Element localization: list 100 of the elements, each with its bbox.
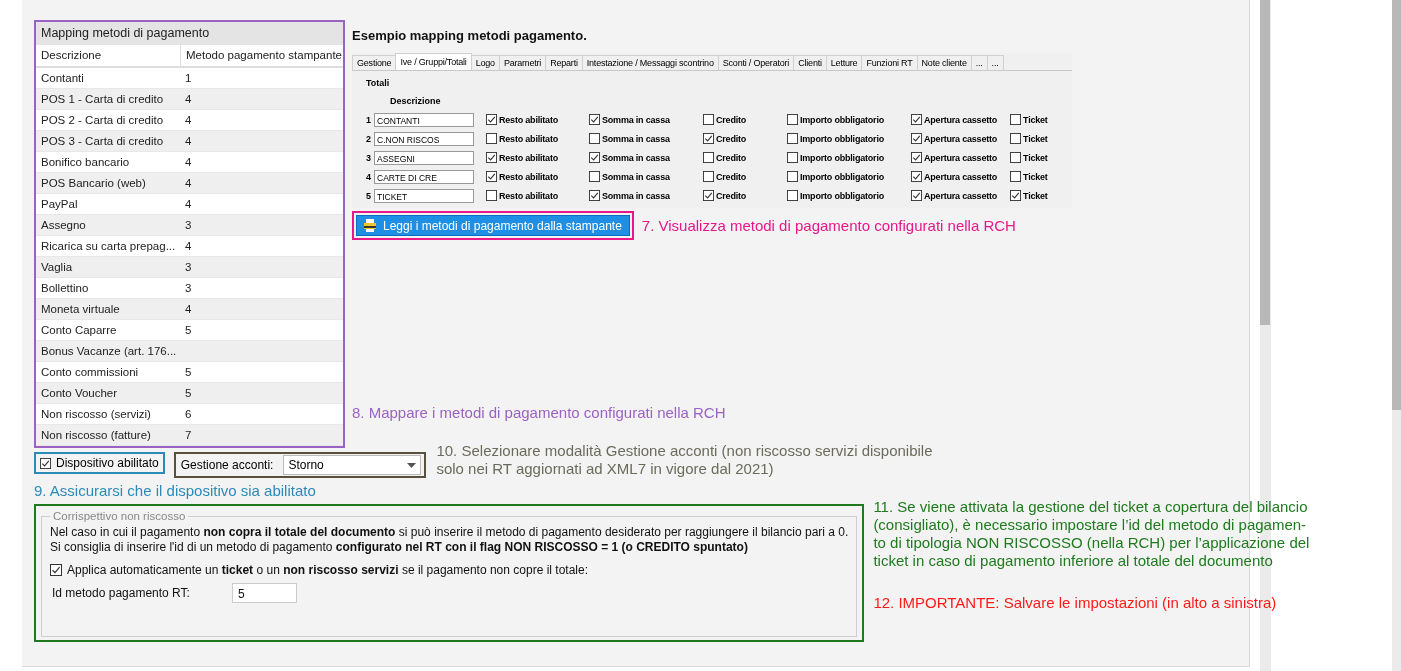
checkbox[interactable] — [486, 152, 497, 163]
checkbox-label: Importo obbligatorio — [800, 152, 884, 163]
checkbox[interactable] — [787, 190, 798, 201]
checkbox[interactable] — [787, 152, 798, 163]
tab[interactable]: Sconti / Operatori — [717, 55, 795, 70]
checkbox[interactable] — [787, 171, 798, 182]
annotation-text: 11. Se viene attivata la gestione del ticket a copertura del bilancio (consigliato), è necessario impostare l’id del metodo di pagamen- to di tipologia NON RISCOSSO (nella RCH) per l’applicazione del ticket in caso di pagamento inferiore al totale del documento — [873, 498, 1310, 570]
checkbox[interactable] — [1010, 133, 1021, 144]
scrollbar-thumb[interactable] — [1392, 0, 1401, 410]
table-cell-text: 4 — [184, 176, 193, 191]
text-field[interactable]: ASSEGNI — [374, 150, 474, 165]
checkbox[interactable] — [50, 564, 62, 576]
checkbox[interactable] — [486, 171, 497, 182]
checkbox-label: Resto abilitato — [499, 171, 558, 182]
checkbox-label: Importo obbligatorio — [800, 171, 884, 182]
checkbox[interactable] — [40, 457, 51, 469]
group-legend: Corrispettivo non riscosso — [50, 510, 189, 522]
text-field[interactable]: CARTE DI CRE — [374, 169, 474, 184]
checkbox-label: Somma in cassa — [602, 133, 670, 144]
tab[interactable]: Logo — [470, 55, 500, 70]
scrollbar-thumb[interactable] — [1260, 0, 1270, 325]
checkbox[interactable] — [911, 152, 922, 163]
table-cell-text: 4 — [184, 302, 193, 317]
dropdown[interactable]: Storno — [283, 455, 422, 475]
table-cell-text: Conto Caparre — [40, 323, 118, 338]
checkbox[interactable] — [1010, 171, 1021, 182]
checkbox-label: Resto abilitato — [499, 133, 558, 144]
checkbox[interactable] — [911, 114, 922, 125]
field-label: Gestione acconti: — [180, 458, 274, 472]
checkbox-label: Ticket — [1023, 114, 1048, 125]
checkbox[interactable] — [911, 190, 922, 201]
checkbox[interactable] — [703, 133, 714, 144]
checkbox[interactable] — [911, 133, 922, 144]
table-cell-text: Moneta virtuale — [40, 302, 121, 317]
column-header: Descrizione — [40, 48, 103, 63]
checkbox[interactable] — [486, 114, 497, 125]
checkbox[interactable] — [787, 114, 798, 125]
checkbox-label: Credito — [716, 114, 747, 125]
checkbox-label: Credito — [716, 171, 747, 182]
input-field[interactable]: 5 — [232, 583, 297, 603]
checkbox[interactable] — [703, 171, 714, 182]
checkbox-label: Applica automaticamente un ticket o un non riscosso servizi se il pagamento non copre il totale: — [67, 563, 588, 577]
checkbox-label: Apertura cassetto — [924, 152, 998, 163]
checkbox-label: Importo obbligatorio — [800, 190, 884, 201]
checkbox[interactable] — [787, 133, 798, 144]
checkbox[interactable] — [486, 190, 497, 201]
table-cell-text: Bollettino — [40, 281, 90, 296]
description-text: Si consiglia di inserire l'id di un metodo di pagamento configurato nel RT con il flag NON RISCOSSO = 1 (o CREDITO spuntato) — [50, 540, 749, 555]
text-field[interactable]: CONTANTI — [374, 112, 474, 127]
annotation-text: 7. Visualizza metodi di pagamento configurati nella RCH — [641, 217, 1016, 234]
checkbox-label: Ticket — [1023, 171, 1048, 182]
checkbox[interactable] — [1010, 114, 1021, 125]
table-cell-text: 4 — [184, 239, 193, 254]
annotation-text: 10. Selezionare modalità Gestione acconti (non riscosso servizi disponibile solo nei RT aggiornati ad XML7 in vigore dal 2021) — [436, 442, 933, 478]
table-cell-text: 5 — [184, 365, 193, 380]
annotation-text: 8. Mappare i metodi di pagamento configurati nella RCH — [352, 404, 727, 422]
checkbox[interactable] — [589, 190, 600, 201]
checkbox[interactable] — [703, 190, 714, 201]
tab[interactable]: Gestione — [352, 55, 397, 70]
table-cell-text: 3 — [184, 260, 193, 275]
column-header: Metodo pagamento stampante — [180, 45, 343, 66]
checkbox-label: Apertura cassetto — [924, 190, 998, 201]
text-field[interactable]: TICKET — [374, 188, 474, 203]
tab[interactable]: Reparti — [545, 55, 583, 70]
checkbox-label: Somma in cassa — [602, 171, 670, 182]
checkbox[interactable] — [589, 171, 600, 182]
checkbox[interactable] — [1010, 190, 1021, 201]
checkbox-label: Resto abilitato — [499, 190, 558, 201]
table-cell-text: POS 1 - Carta di credito — [40, 92, 165, 107]
table-cell-text: PayPal — [40, 197, 79, 212]
checkbox[interactable] — [589, 114, 600, 125]
table-cell-text: POS 3 - Carta di credito — [40, 134, 165, 149]
checkbox-label: Apertura cassetto — [924, 114, 998, 125]
table-cell-text: Conto Voucher — [40, 386, 119, 401]
checkbox[interactable] — [703, 152, 714, 163]
tab[interactable]: Ive / Gruppi/Totali — [395, 53, 472, 70]
checkbox-label: Importo obbligatorio — [800, 133, 884, 144]
checkbox[interactable] — [911, 171, 922, 182]
group-label: Totali — [366, 78, 391, 88]
tab[interactable]: Intestazione / Messaggi scontrino — [581, 55, 719, 70]
table-cell-text: 3 — [184, 218, 193, 233]
table-cell-text: Conto commissioni — [40, 365, 140, 380]
table-cell-text: 4 — [184, 134, 193, 149]
checkbox[interactable] — [1010, 152, 1021, 163]
device-checkbox[interactable]: Dispositivo abilitato — [34, 452, 165, 474]
column-header: Descrizione — [390, 96, 442, 106]
checkbox[interactable] — [589, 152, 600, 163]
table-cell-text: 1 — [184, 71, 193, 86]
table-cell-text: 3 — [184, 281, 193, 296]
checkbox-label: Resto abilitato — [499, 114, 558, 125]
table-cell-text: 5 — [184, 323, 193, 338]
checkbox[interactable] — [703, 114, 714, 125]
table-cell-text: 4 — [184, 197, 193, 212]
table-title: Mapping metodi di pagamento — [36, 22, 343, 45]
checkbox[interactable] — [486, 133, 497, 144]
text-field[interactable]: C.NON RISCOS — [374, 131, 474, 146]
checkbox[interactable] — [589, 133, 600, 144]
section-title: Esempio mapping metodi pagamento. — [352, 28, 588, 43]
row-number: 3 — [366, 152, 372, 163]
table-cell-text: Contanti — [40, 71, 85, 86]
